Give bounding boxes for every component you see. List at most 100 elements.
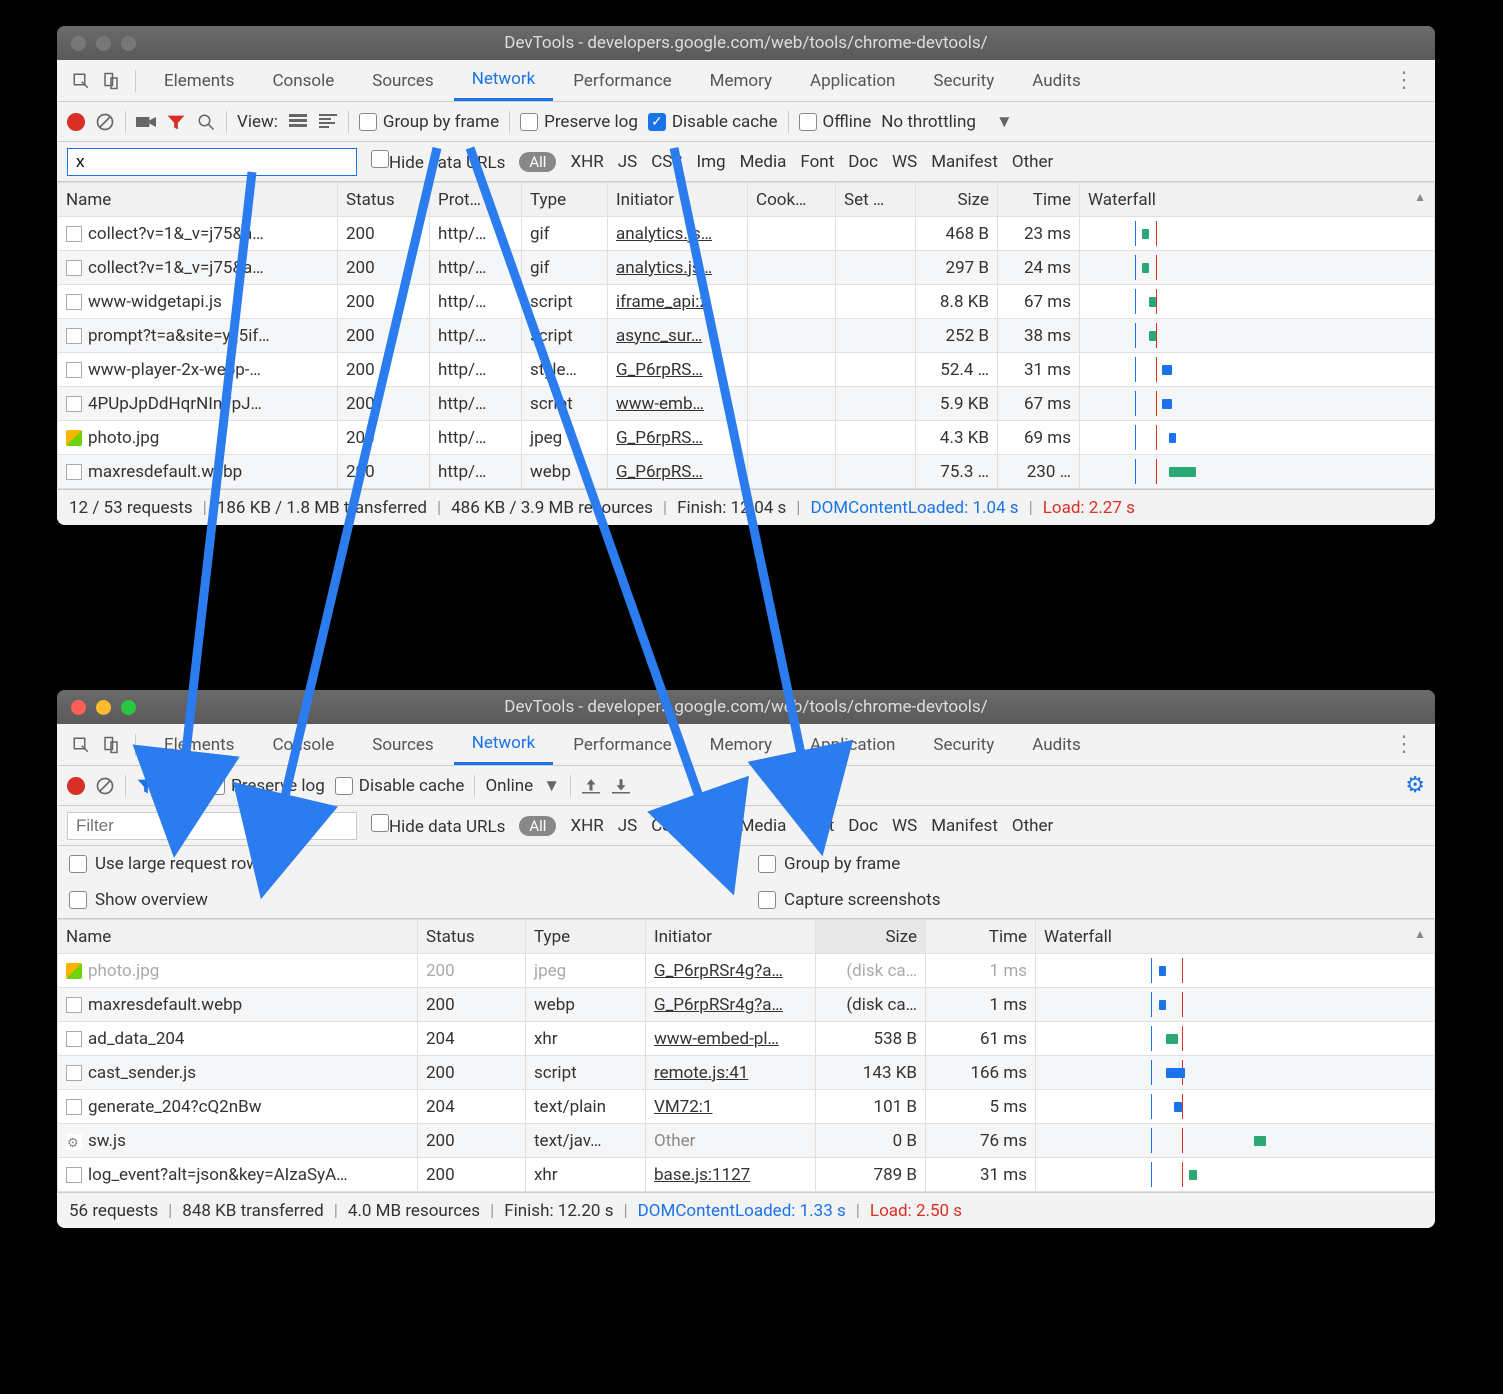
filter-type-img[interactable]: Img <box>696 816 725 836</box>
table-row[interactable]: log_event?alt=json&key=AIzaSyA…200xhrbas… <box>58 1158 1435 1192</box>
column-status[interactable]: Status <box>418 920 526 954</box>
tab-console[interactable]: Console <box>254 724 352 765</box>
group-by-frame-checkbox[interactable]: Group by frame <box>746 846 1435 882</box>
throttling-select[interactable]: Online <box>485 776 533 796</box>
table-row[interactable]: ad_data_204204xhrwww-embed-pl…538 B61 ms <box>58 1022 1435 1056</box>
table-row[interactable]: prompt?t=a&site=ylj5if…200http/…scriptas… <box>58 319 1435 353</box>
table-row[interactable]: photo.jpg200jpegG_P6rpRSr4g?a…(disk ca…1… <box>58 954 1435 988</box>
filter-type-img[interactable]: Img <box>696 152 725 172</box>
large-rows-icon[interactable] <box>288 112 308 132</box>
table-row[interactable]: sw.js200text/jav…Other0 B76 ms <box>58 1124 1435 1158</box>
overview-icon[interactable] <box>318 112 338 132</box>
tab-performance[interactable]: Performance <box>555 60 689 101</box>
filter-type-other[interactable]: Other <box>1012 152 1053 172</box>
device-icon[interactable] <box>97 731 125 759</box>
table-row[interactable]: www-player-2x-webp-…200http/…style…G_P6r… <box>58 353 1435 387</box>
column-time[interactable]: Time <box>998 183 1080 217</box>
column-waterfall[interactable]: Waterfall▲ <box>1036 920 1435 954</box>
tab-security[interactable]: Security <box>915 724 1012 765</box>
tab-elements[interactable]: Elements <box>146 724 252 765</box>
large-request-rows-checkbox[interactable]: Use large request rows <box>57 846 746 882</box>
filter-icon[interactable] <box>166 112 186 132</box>
table-row[interactable]: collect?v=1&_v=j75&a…200http/…gifanalyti… <box>58 217 1435 251</box>
table-row[interactable]: collect?v=1&_v=j75&a…200http/…gifanalyti… <box>58 251 1435 285</box>
filter-type-other[interactable]: Other <box>1012 816 1053 836</box>
tab-network[interactable]: Network <box>454 724 554 765</box>
column-status[interactable]: Status <box>338 183 430 217</box>
filter-type-manifest[interactable]: Manifest <box>931 816 998 836</box>
record-button[interactable] <box>67 777 85 795</box>
filter-type-css[interactable]: CSS <box>651 152 682 172</box>
clear-icon[interactable] <box>95 776 115 796</box>
column-waterfall[interactable]: Waterfall▲ <box>1080 183 1435 217</box>
table-row[interactable]: maxresdefault.webp200http/…webpG_P6rpRS…… <box>58 455 1435 489</box>
tab-console[interactable]: Console <box>254 60 352 101</box>
inspect-icon[interactable] <box>67 67 95 95</box>
filter-type-css[interactable]: CSS <box>651 816 682 836</box>
column-initiator[interactable]: Initiator <box>646 920 816 954</box>
tab-security[interactable]: Security <box>915 60 1012 101</box>
tab-elements[interactable]: Elements <box>146 60 252 101</box>
column-cook[interactable]: Cook… <box>748 183 836 217</box>
column-name[interactable]: Name <box>58 183 338 217</box>
tab-audits[interactable]: Audits <box>1014 724 1098 765</box>
table-row[interactable]: 4PUpJpDdHqrNInFpJ…200http/…scriptwww-emb… <box>58 387 1435 421</box>
upload-icon[interactable] <box>581 776 601 796</box>
tab-memory[interactable]: Memory <box>692 724 790 765</box>
inspect-icon[interactable] <box>67 731 95 759</box>
hide-data-urls-checkbox[interactable]: Hide data URLs <box>371 814 505 837</box>
kebab-menu-icon[interactable]: ⋮ <box>1383 732 1425 757</box>
filter-type-xhr[interactable]: XHR <box>570 816 603 836</box>
device-icon[interactable] <box>97 67 125 95</box>
throttling-select[interactable]: No throttling <box>881 112 976 132</box>
camera-icon[interactable] <box>136 112 156 132</box>
filter-type-js[interactable]: JS <box>618 816 637 836</box>
filter-type-xhr[interactable]: XHR <box>570 152 603 172</box>
column-type[interactable]: Type <box>526 920 646 954</box>
offline-checkbox[interactable]: Offline <box>799 112 872 132</box>
column-set[interactable]: Set … <box>836 183 916 217</box>
column-prot[interactable]: Prot… <box>430 183 522 217</box>
tab-memory[interactable]: Memory <box>692 60 790 101</box>
filter-type-ws[interactable]: WS <box>892 816 917 836</box>
filter-type-all[interactable]: All <box>519 816 556 836</box>
filter-icon[interactable] <box>136 776 156 796</box>
filter-input[interactable] <box>67 148 357 176</box>
tab-performance[interactable]: Performance <box>555 724 689 765</box>
filter-type-media[interactable]: Media <box>740 816 787 836</box>
filter-type-media[interactable]: Media <box>740 152 787 172</box>
show-overview-checkbox[interactable]: Show overview <box>57 882 746 918</box>
column-size[interactable]: Size <box>916 183 998 217</box>
chevron-down-icon[interactable]: ▼ <box>543 776 560 796</box>
clear-icon[interactable] <box>95 112 115 132</box>
table-row[interactable]: maxresdefault.webp200webpG_P6rpRSr4g?a…(… <box>58 988 1435 1022</box>
chevron-down-icon[interactable]: ▼ <box>996 112 1013 132</box>
download-icon[interactable] <box>611 776 631 796</box>
filter-type-manifest[interactable]: Manifest <box>931 152 998 172</box>
filter-type-ws[interactable]: WS <box>892 152 917 172</box>
filter-type-doc[interactable]: Doc <box>848 152 878 172</box>
tab-audits[interactable]: Audits <box>1014 60 1098 101</box>
tab-sources[interactable]: Sources <box>354 60 451 101</box>
table-row[interactable]: www-widgetapi.js200http/…scriptiframe_ap… <box>58 285 1435 319</box>
table-row[interactable]: generate_204?cQ2nBw204text/plainVM72:110… <box>58 1090 1435 1124</box>
filter-type-all[interactable]: All <box>519 152 556 172</box>
hide-data-urls-checkbox[interactable]: Hide data URLs <box>371 150 505 173</box>
column-type[interactable]: Type <box>522 183 608 217</box>
column-time[interactable]: Time <box>926 920 1036 954</box>
filter-type-js[interactable]: JS <box>618 152 637 172</box>
search-icon[interactable] <box>166 776 186 796</box>
column-initiator[interactable]: Initiator <box>608 183 748 217</box>
filter-input[interactable] <box>67 812 357 840</box>
tab-application[interactable]: Application <box>792 724 913 765</box>
preserve-log-checkbox[interactable]: Preserve log <box>207 776 325 796</box>
column-name[interactable]: Name <box>58 920 418 954</box>
record-button[interactable] <box>67 113 85 131</box>
group-by-frame-checkbox[interactable]: Group by frame <box>359 112 499 132</box>
preserve-log-checkbox[interactable]: Preserve log <box>520 112 638 132</box>
column-size[interactable]: Size <box>816 920 926 954</box>
tab-application[interactable]: Application <box>792 60 913 101</box>
disable-cache-checkbox[interactable]: Disable cache <box>335 776 465 796</box>
table-row[interactable]: cast_sender.js200scriptremote.js:41143 K… <box>58 1056 1435 1090</box>
filter-type-font[interactable]: Font <box>800 152 834 172</box>
